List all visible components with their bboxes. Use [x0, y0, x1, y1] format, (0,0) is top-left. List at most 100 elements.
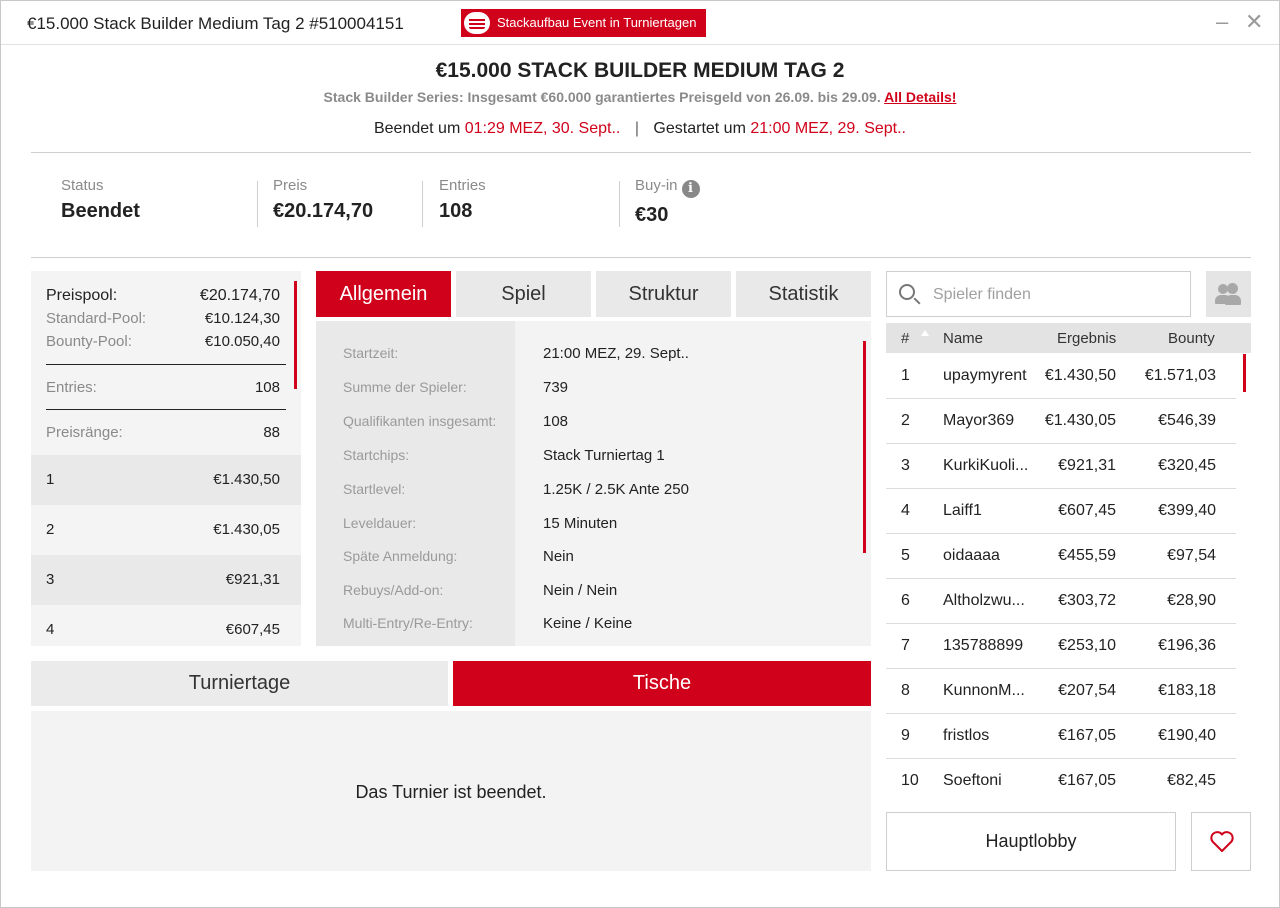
stat-value: €20.174,70	[273, 200, 374, 222]
player-bounty: €190,40	[1158, 727, 1216, 744]
prize-scrollbar[interactable]	[294, 281, 297, 389]
info-value: 1.25K / 2.5K Ante 250	[543, 481, 689, 498]
player-bounty: €28,90	[1167, 592, 1216, 609]
series-description: Stack Builder Series: Insgesamt €60.000 …	[323, 89, 881, 105]
player-row[interactable]: 4 Laiff1 €607,45 €399,40	[886, 489, 1236, 534]
ended-time: 01:29 MEZ, 30. Sept..	[464, 120, 621, 137]
info-row: Qualifikanten insgesamt: 108	[316, 413, 871, 447]
tab-struktur[interactable]: Struktur	[596, 271, 731, 317]
info-value: 21:00 MEZ, 29. Sept..	[543, 345, 689, 362]
all-details-link[interactable]: All Details!	[884, 89, 956, 105]
general-info-panel[interactable]: Startzeit: 21:00 MEZ, 29. Sept.. Summe de…	[316, 321, 871, 646]
player-row[interactable]: 6 Altholzwu... €303,72 €28,90	[886, 579, 1236, 624]
player-result: €1.430,05	[1044, 412, 1116, 429]
player-bounty: €1.571,03	[1144, 367, 1216, 384]
friends-button[interactable]	[1206, 271, 1251, 317]
col-result-header[interactable]: Ergebnis	[1057, 330, 1116, 347]
close-icon[interactable]: ✕	[1245, 9, 1263, 35]
payout-amount: €1.430,05	[213, 521, 280, 538]
tab-spiel[interactable]: Spiel	[456, 271, 591, 317]
player-rank: 1	[901, 367, 910, 384]
bounty-pool-label: Bounty-Pool:	[46, 333, 132, 350]
player-row[interactable]: 10 Soeftoni €167,05 €82,45	[886, 759, 1236, 804]
player-name: Mayor369	[943, 412, 1015, 429]
player-row[interactable]: 8 KunnonM... €207,54 €183,18	[886, 669, 1236, 714]
stat-label: Entries	[439, 177, 486, 194]
player-search-input[interactable]	[933, 283, 1183, 307]
info-key: Startzeit:	[343, 345, 399, 361]
col-bounty-header[interactable]: Bounty	[1168, 330, 1215, 347]
tables-panel: Das Turnier ist beendet.	[31, 711, 871, 871]
info-row: Startzeit: 21:00 MEZ, 29. Sept..	[316, 345, 871, 379]
info-value: Stack Turniertag 1	[543, 447, 665, 464]
payout-row: 2 €1.430,05	[31, 505, 301, 555]
player-result: €167,05	[1058, 727, 1116, 744]
payout-amount: €921,31	[225, 571, 280, 588]
info-key: Startchips:	[343, 447, 410, 463]
player-result: €607,45	[1058, 502, 1116, 519]
chip-stack-icon	[464, 12, 490, 34]
payout-row: 4 €607,45	[31, 605, 301, 646]
info-value: Nein / Nein	[543, 582, 618, 599]
player-row[interactable]: 2 Mayor369 €1.430,05 €546,39	[886, 399, 1236, 444]
payout-row: 3 €921,31	[31, 555, 301, 605]
player-rank: 9	[901, 727, 910, 744]
standard-pool-value: €10.124,30	[204, 310, 280, 327]
favorite-button[interactable]	[1191, 812, 1251, 871]
player-result: €167,05	[1058, 772, 1116, 789]
player-bounty: €399,40	[1158, 502, 1216, 519]
tab-allgemein[interactable]: Allgemein	[316, 271, 451, 317]
players-scrollbar[interactable]	[1243, 354, 1246, 392]
col-rank-header[interactable]: #	[901, 330, 909, 347]
window-title: €15.000 Stack Builder Medium Tag 2 #5100…	[27, 14, 404, 33]
player-name: 135788899	[943, 637, 1024, 654]
player-row[interactable]: 7 135788899 €253,10 €196,36	[886, 624, 1236, 669]
player-result: €921,31	[1058, 457, 1116, 474]
minimize-icon[interactable]: –	[1216, 9, 1228, 35]
standard-pool-label: Standard-Pool:	[46, 310, 147, 327]
tab-statistik[interactable]: Statistik	[736, 271, 871, 317]
info-icon[interactable]: i	[681, 180, 700, 198]
player-search[interactable]	[886, 271, 1191, 317]
tournament-lobby-window: €15.000 Stack Builder Medium Tag 2 #5100…	[0, 0, 1280, 908]
started-label: Gestartet um	[653, 120, 746, 137]
info-key: Startlevel:	[343, 481, 406, 497]
title-bar: €15.000 Stack Builder Medium Tag 2 #5100…	[1, 1, 1279, 45]
player-bounty: €546,39	[1158, 412, 1216, 429]
payout-rank: 3	[46, 571, 55, 588]
player-row[interactable]: 3 KurkiKuoli... €921,31 €320,45	[886, 444, 1236, 489]
player-name: Altholzwu...	[943, 592, 1025, 609]
prize-pool-panel[interactable]: Preispool: €20.174,70 Standard-Pool: €10…	[31, 271, 301, 646]
info-scrollbar[interactable]	[863, 341, 866, 553]
prize-divider	[46, 409, 286, 410]
col-name-header[interactable]: Name	[943, 330, 983, 347]
info-row: Multi-Entry/Re-Entry: Keine / Keine	[316, 615, 871, 646]
info-row: Späte Anmeldung: Nein	[316, 548, 871, 582]
player-result: €207,54	[1058, 682, 1116, 699]
player-row[interactable]: 9 fristlos €167,05 €190,40	[886, 714, 1236, 759]
player-bounty: €183,18	[1158, 682, 1216, 699]
player-row[interactable]: 5 oidaaaa €455,59 €97,54	[886, 534, 1236, 579]
prize-divider	[46, 364, 286, 365]
event-badge-label: Stackaufbau Event in Turniertagen	[497, 15, 697, 30]
main-lobby-button[interactable]: Hauptlobby	[886, 812, 1176, 871]
stats-divider	[31, 257, 1251, 258]
stat-value: 108	[439, 200, 473, 222]
tab-tische[interactable]: Tische	[453, 661, 871, 706]
player-row[interactable]: 1 upaymyrent €1.430,50 €1.571,03	[886, 354, 1236, 399]
heart-icon	[1210, 831, 1234, 852]
player-bounty: €97,54	[1167, 547, 1216, 564]
player-name: upaymyrent	[943, 367, 1027, 384]
player-rank: 8	[901, 682, 910, 699]
entries-value: 108	[254, 379, 280, 396]
info-key: Rebuys/Add-on:	[343, 582, 444, 598]
player-bounty: €196,36	[1158, 637, 1216, 654]
tab-turniertage[interactable]: Turniertage	[31, 661, 448, 706]
player-rank: 7	[901, 637, 910, 654]
player-name: oidaaaa	[943, 547, 1000, 564]
bounty-pool-value: €10.050,40	[204, 333, 280, 350]
time-separator: |	[634, 120, 639, 137]
sort-ascending-icon	[921, 330, 929, 336]
player-result: €455,59	[1058, 547, 1116, 564]
info-row: Startchips: Stack Turniertag 1	[316, 447, 871, 481]
